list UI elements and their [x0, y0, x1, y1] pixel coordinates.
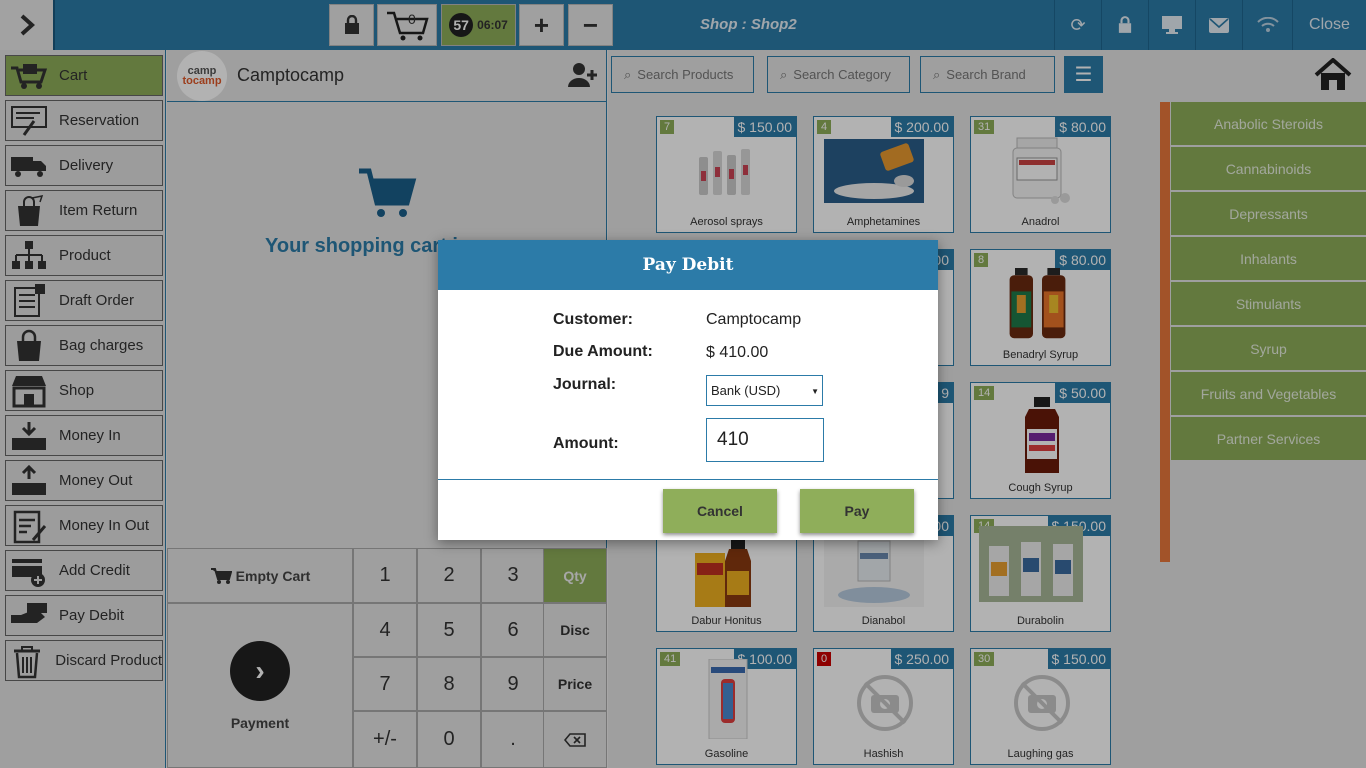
journal-select[interactable]: Bank (USD) ▼ [706, 375, 823, 406]
customer-value: Camptocamp [706, 311, 802, 328]
journal-selected-value: Bank (USD) [711, 383, 781, 398]
due-amount-value: $ 410.00 [706, 344, 769, 361]
pay-debit-dialog: Pay Debit Customer: Camptocamp Due Amoun… [438, 240, 938, 540]
due-amount-label: Due Amount: [553, 343, 653, 360]
dialog-title: Pay Debit [438, 240, 938, 290]
cancel-button[interactable]: Cancel [663, 489, 777, 533]
amount-label: Amount: [553, 435, 619, 452]
dropdown-arrow-icon: ▼ [811, 387, 819, 396]
dialog-divider [438, 479, 938, 480]
customer-label: Customer: [553, 311, 634, 328]
pay-button[interactable]: Pay [800, 489, 914, 533]
journal-label: Journal: [553, 376, 617, 393]
amount-input[interactable]: 410 [706, 418, 824, 462]
